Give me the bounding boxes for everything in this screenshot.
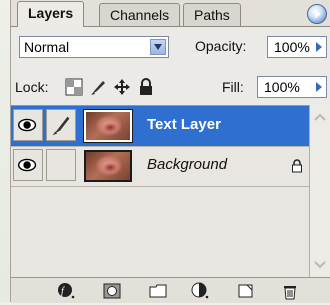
layer-row-background[interactable]: Background xyxy=(11,146,320,187)
tab-paths[interactable]: Paths xyxy=(183,3,241,26)
new-layer-icon[interactable] xyxy=(237,282,255,300)
adjustment-layer-icon[interactable] xyxy=(191,282,209,300)
layer-name[interactable]: Background xyxy=(147,156,227,173)
lock-move-icon[interactable] xyxy=(113,78,131,96)
opacity-slider-arrow-icon[interactable] xyxy=(312,37,326,57)
new-group-icon[interactable] xyxy=(149,282,167,300)
opacity-input[interactable]: 100% xyxy=(267,36,327,58)
lock-icon xyxy=(290,159,304,173)
link-slot[interactable] xyxy=(46,149,76,181)
tab-layers[interactable]: Layers xyxy=(17,1,85,27)
fill-value: 100% xyxy=(264,79,300,95)
fill-input[interactable]: 100% xyxy=(257,76,327,98)
visibility-eye-icon[interactable] xyxy=(13,149,43,181)
visibility-eye-icon[interactable] xyxy=(13,109,43,141)
fill-slider-arrow-icon[interactable] xyxy=(312,77,326,97)
lock-all-icon[interactable] xyxy=(137,78,155,96)
layer-name[interactable]: Text Layer xyxy=(147,116,221,133)
layers-scrollbar[interactable] xyxy=(309,105,330,277)
layer-style-icon[interactable]: f xyxy=(57,282,75,300)
brush-icon[interactable] xyxy=(46,109,76,141)
lock-paint-icon[interactable] xyxy=(89,78,107,96)
scroll-up-icon[interactable] xyxy=(314,111,326,123)
layer-mask-icon[interactable] xyxy=(103,282,121,300)
opacity-label: Opacity: xyxy=(195,38,247,54)
lock-transparent-icon[interactable] xyxy=(65,78,83,96)
layer-row-text-layer[interactable]: Text Layer xyxy=(11,106,320,147)
layer-thumbnail[interactable] xyxy=(83,109,133,143)
lock-label: Lock: xyxy=(15,79,49,95)
panel-tabbar: Layers Channels Paths xyxy=(11,0,330,27)
scroll-down-icon[interactable] xyxy=(314,257,326,269)
tab-channels[interactable]: Channels xyxy=(99,3,181,26)
blend-mode-select[interactable]: Normal xyxy=(19,36,169,58)
opacity-value: 100% xyxy=(274,39,310,55)
trash-icon[interactable] xyxy=(281,282,299,300)
layers-bottom-toolbar: f xyxy=(11,277,330,303)
chevron-down-icon[interactable] xyxy=(150,39,166,55)
layers-list: Text Layer Background xyxy=(11,105,320,278)
layers-panel: Layers Channels Paths Normal Opacity: 10… xyxy=(10,0,330,303)
layer-thumbnail[interactable] xyxy=(84,150,132,182)
fill-label: Fill: xyxy=(222,79,244,95)
panel-menu-button[interactable] xyxy=(307,4,327,24)
blend-mode-value: Normal xyxy=(24,39,70,55)
